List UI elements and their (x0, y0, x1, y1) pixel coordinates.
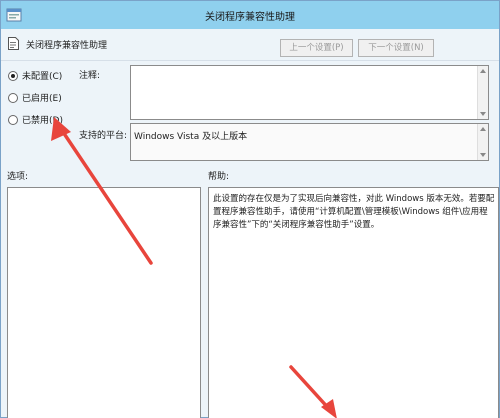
radio-button-selected[interactable] (8, 70, 18, 81)
radio-enabled[interactable]: 已启用(E) (8, 91, 62, 104)
help-text: 此设置的存在仅是为了实现后向兼容性，对此 Windows 版本无效。若要配置程序… (213, 194, 495, 230)
comment-scrollbar[interactable] (477, 66, 488, 119)
supported-platform-field: Windows Vista 及以上版本 (130, 123, 489, 161)
comment-label: 注释: (79, 71, 101, 81)
help-label: 帮助: (208, 172, 230, 182)
scroll-down-icon[interactable] (480, 112, 486, 116)
supported-platform-label: 支持的平台: (79, 131, 128, 141)
supported-platform-value: Windows Vista 及以上版本 (134, 132, 248, 142)
policy-document-icon (8, 37, 19, 50)
policy-name: 关闭程序兼容性助理 (26, 41, 108, 51)
title-bar[interactable]: 关闭程序兼容性助理 (1, 1, 499, 29)
scroll-up-icon[interactable] (480, 69, 486, 73)
scroll-down-icon[interactable] (480, 153, 486, 157)
next-setting-button[interactable]: 下一个设置(N) (358, 39, 434, 57)
window-title: 关闭程序兼容性助理 (205, 12, 295, 23)
comment-textarea[interactable] (130, 65, 489, 120)
help-panel: 此设置的存在仅是为了实现后向兼容性，对此 Windows 版本无效。若要配置程序… (208, 187, 499, 418)
previous-setting-button[interactable]: 上一个设置(P) (280, 39, 353, 57)
policy-settings-window: 关闭程序兼容性助理 关闭程序兼容性助理 上一个设置(P) 下一个设置(N) 未配… (0, 0, 500, 418)
options-panel (7, 187, 201, 418)
radio-disabled[interactable]: 已禁用(D) (8, 113, 63, 126)
radio-button[interactable] (8, 92, 18, 103)
options-label: 选项: (7, 172, 29, 182)
platform-scrollbar[interactable] (477, 124, 488, 160)
radio-label: 已启用(E) (22, 94, 62, 104)
radio-label: 未配置(C) (22, 72, 63, 82)
scroll-up-icon[interactable] (480, 127, 486, 131)
radio-button[interactable] (8, 114, 18, 125)
radio-label: 已禁用(D) (22, 116, 63, 126)
radio-not-configured[interactable]: 未配置(C) (8, 69, 62, 82)
